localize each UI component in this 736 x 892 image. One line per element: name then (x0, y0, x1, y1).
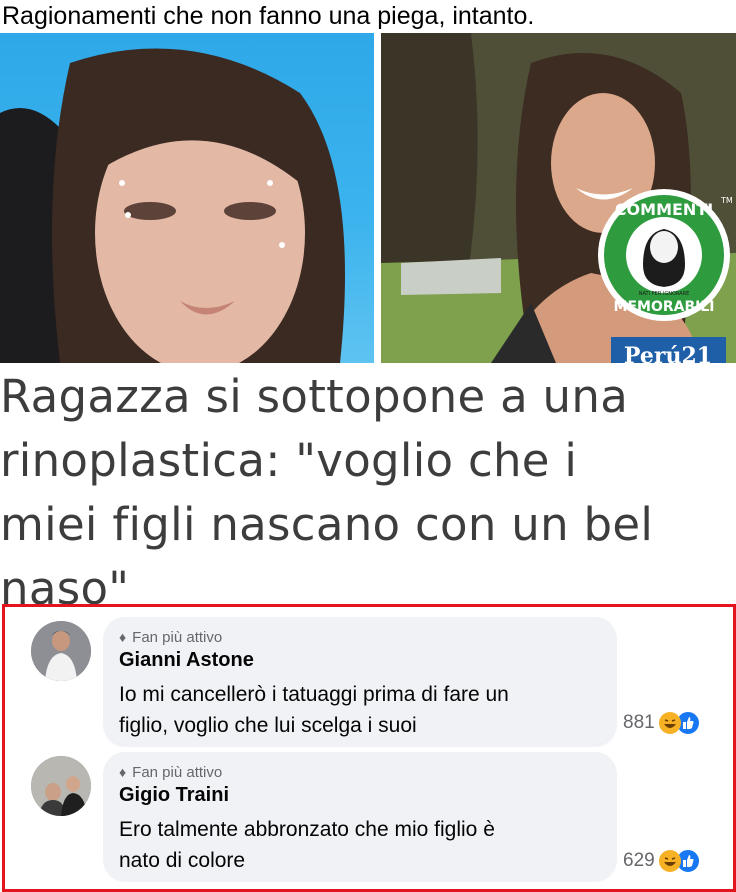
top-fan-badge: ♦ Fan più attivo (119, 764, 222, 781)
svg-text:NATI PER IGNORARE: NATI PER IGNORARE (639, 291, 689, 297)
comment-author[interactable]: Gianni Astone (119, 649, 254, 672)
avatar[interactable] (31, 756, 91, 816)
top-fan-badge: ♦ Fan più attivo (119, 629, 222, 646)
article-photo-left (0, 33, 374, 363)
reactions-summary[interactable]: 629 (623, 848, 701, 874)
highlighted-comments-box: ♦ Fan più attivo Gianni Astone Io mi canc… (2, 604, 736, 892)
svg-text:TM: TM (720, 196, 733, 205)
headline-line: rinoplastica: "voglio che i (0, 434, 578, 487)
comment-text: Ero talmente abbronzato che mio figlio è… (119, 814, 495, 876)
comment-bubble: ♦ Fan più attivo Gianni Astone Io mi canc… (103, 617, 617, 747)
comment-author[interactable]: Gigio Traini (119, 784, 229, 807)
article-photo-right: COMMENTI MEMORABILI NATI PER IGNORARE TM… (381, 33, 736, 363)
avatar[interactable] (31, 621, 91, 681)
article-headline: Ragazza si sottopone a una rinoplastica:… (0, 365, 736, 621)
comment-text-line: Io mi cancellerò i tatuaggi prima di far… (119, 683, 509, 706)
commenti-memorabili-logo: COMMENTI MEMORABILI NATI PER IGNORARE TM (598, 189, 733, 321)
headline-line: Ragazza si sottopone a una (0, 370, 629, 423)
portrait-left-illustration (0, 48, 345, 363)
haha-icon (658, 712, 681, 734)
user-avatar-icon (31, 621, 91, 681)
reaction-count: 629 (623, 850, 655, 871)
post-caption: Ragionamenti che non fanno una piega, in… (2, 2, 535, 30)
peru21-badge: Perú21 (611, 337, 726, 363)
headline-line: miei figli nascano con un bel (0, 498, 654, 551)
comment-text: Io mi cancellerò i tatuaggi prima di far… (119, 679, 509, 741)
haha-icon (658, 850, 681, 872)
badge-label: Fan più attivo (132, 764, 223, 781)
diamond-icon: ♦ (119, 629, 127, 645)
reactions-summary[interactable]: 881 (623, 710, 701, 736)
svg-text:MEMORABILI: MEMORABILI (614, 299, 715, 315)
svg-text:COMMENTI: COMMENTI (615, 200, 713, 219)
comment-bubble: ♦ Fan più attivo Gigio Traini Ero talment… (103, 752, 617, 882)
comment-text-line: Ero talmente abbronzato che mio figlio è (119, 818, 495, 841)
svg-text:Perú21: Perú21 (624, 343, 712, 363)
user-avatar-icon (31, 756, 91, 816)
reaction-count: 881 (623, 712, 655, 733)
diamond-icon: ♦ (119, 764, 127, 780)
comment-text-line: figlio, voglio che lui scelga i suoi (119, 714, 417, 737)
comment-text-line: nato di colore (119, 849, 246, 872)
portrait-right-illustration: COMMENTI MEMORABILI NATI PER IGNORARE TM… (381, 33, 736, 363)
badge-label: Fan più attivo (132, 629, 223, 646)
